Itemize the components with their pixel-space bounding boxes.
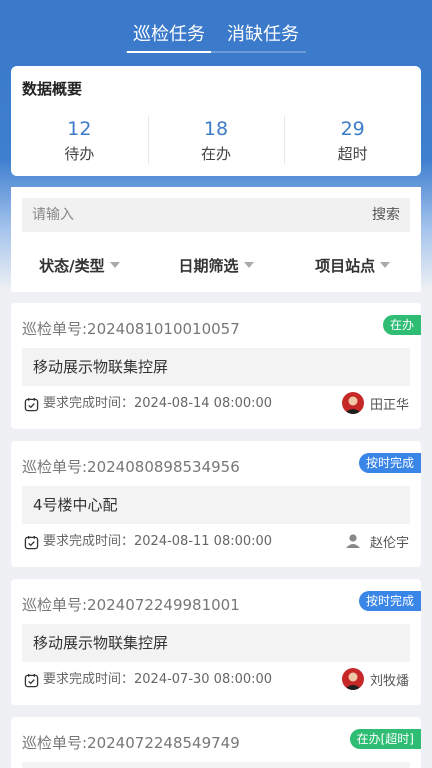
overview-stats: 12 待办 18 在办 29 超时 — [11, 116, 421, 168]
caret-down-icon — [109, 261, 120, 268]
project-name-box: 4号楼中心配 — [22, 486, 410, 524]
caret-down-icon — [380, 261, 391, 268]
project-name-box — [22, 762, 410, 768]
avatar — [341, 668, 364, 690]
caret-down-icon — [243, 261, 254, 268]
search-bar: 搜索 — [22, 198, 410, 232]
search-input[interactable] — [32, 198, 332, 232]
project-name-box: 移动展示物联集控屏 — [22, 348, 410, 386]
status-badge: 在办[超时] — [349, 729, 421, 749]
assignee-name: 田正华 — [369, 397, 409, 413]
assignee-name: 刘牧燔 — [369, 673, 409, 689]
user-photo-icon — [341, 668, 364, 690]
project-name: 移动展示物联集控屏 — [33, 358, 169, 376]
overview-title: 数据概要 — [22, 80, 83, 98]
avatar — [341, 392, 364, 414]
assignee[interactable]: 田正华 — [341, 392, 409, 414]
assignee[interactable]: 刘牧燔 — [341, 668, 409, 690]
status-badge: 按时完成 — [358, 591, 421, 611]
stat-value: 29 — [340, 118, 365, 140]
assignee[interactable]: 赵伦宇 — [341, 530, 409, 552]
stat-value: 18 — [203, 118, 229, 140]
order-number: 巡检单号:2024072248549749 — [22, 734, 240, 752]
avatar — [341, 530, 364, 552]
task-card[interactable]: 巡检单号:2024072248549749 在办[超时] — [11, 717, 421, 768]
task-tabs: 巡检任务 消缺任务 — [0, 0, 432, 62]
tab-defect-tasks[interactable]: 消缺任务 — [227, 0, 299, 46]
calendar-check-icon — [24, 673, 39, 687]
due-text: 要求完成时间：2024-07-30 08:00:00 — [43, 672, 273, 687]
stat-label: 待办 — [64, 145, 95, 163]
calendar-check-icon — [24, 397, 39, 411]
user-photo-icon — [341, 392, 364, 414]
due-text: 要求完成时间：2024-08-14 08:00:00 — [43, 396, 273, 411]
status-badge: 在办 — [382, 315, 421, 335]
filter-status-type[interactable]: 状态/类型 — [11, 255, 148, 276]
filter-label: 项目站点 — [315, 257, 376, 275]
due-time: 要求完成时间：2024-08-14 08:00:00 — [24, 394, 272, 414]
filter-project-site[interactable]: 项目站点 — [284, 255, 421, 276]
order-number: 巡检单号:2024080898534956 — [22, 458, 240, 476]
stat-label: 在办 — [201, 145, 232, 163]
stat-in-progress[interactable]: 18 在办 — [147, 116, 285, 168]
filter-date[interactable]: 日期筛选 — [148, 255, 285, 276]
filter-label: 日期筛选 — [178, 257, 239, 275]
task-card[interactable]: 巡检单号:2024072249981001 按时完成 移动展示物联集控屏 要求完… — [11, 579, 421, 705]
due-time: 要求完成时间：2024-07-30 08:00:00 — [24, 670, 272, 690]
task-card[interactable]: 巡检单号:2024081010010057 在办 移动展示物联集控屏 要求完成时… — [11, 303, 421, 429]
order-number: 巡检单号:2024072249981001 — [22, 596, 240, 614]
filter-row: 状态/类型 日期筛选 项目站点 — [11, 255, 421, 276]
due-text: 要求完成时间：2024-08-11 08:00:00 — [43, 534, 273, 549]
assignee-name: 赵伦宇 — [369, 535, 409, 551]
data-overview-card: 数据概要 12 待办 18 在办 29 超时 — [11, 66, 421, 176]
filter-label: 状态/类型 — [39, 257, 105, 275]
user-default-icon — [341, 530, 364, 552]
stat-label: 超时 — [337, 145, 368, 163]
stat-overdue[interactable]: 29 超时 — [284, 116, 421, 168]
project-name: 移动展示物联集控屏 — [33, 634, 169, 652]
project-name: 4号楼中心配 — [33, 496, 118, 514]
due-time: 要求完成时间：2024-08-11 08:00:00 — [24, 532, 272, 552]
filter-panel: 搜索 状态/类型 日期筛选 项目站点 — [11, 187, 421, 292]
stat-pending[interactable]: 12 待办 — [11, 116, 148, 168]
stat-value: 12 — [67, 118, 92, 140]
search-button[interactable]: 搜索 — [372, 198, 400, 232]
calendar-check-icon — [24, 535, 39, 549]
order-number: 巡检单号:2024081010010057 — [22, 320, 240, 338]
tab-inspection-tasks[interactable]: 巡检任务 — [127, 0, 211, 53]
task-card[interactable]: 巡检单号:2024080898534956 按时完成 4号楼中心配 要求完成时间… — [11, 441, 421, 567]
project-name-box: 移动展示物联集控屏 — [22, 624, 410, 662]
status-badge: 按时完成 — [358, 453, 421, 473]
